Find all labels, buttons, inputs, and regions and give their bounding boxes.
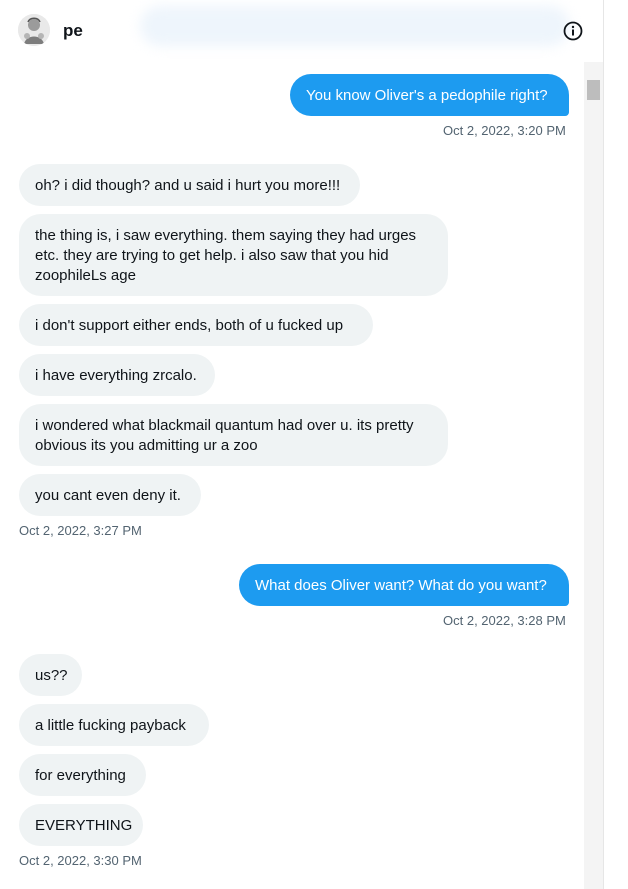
conversation-username[interactable]: pe	[63, 21, 83, 41]
received-message[interactable]: i don't support either ends, both of u f…	[19, 304, 373, 346]
conversation-header: pe	[0, 0, 603, 62]
info-icon[interactable]	[562, 20, 584, 42]
conversation-panel: pe You know Oliver's a pedophile right? …	[0, 0, 604, 889]
received-message[interactable]: EVERYTHING	[19, 804, 143, 846]
scrollbar-thumb[interactable]	[587, 80, 600, 100]
received-message[interactable]: oh? i did though? and u said i hurt you …	[19, 164, 360, 206]
sent-message[interactable]: What does Oliver want? What do you want?	[239, 564, 569, 606]
scrollbar-track[interactable]	[584, 62, 603, 889]
received-message[interactable]: i have everything zrcalo.	[19, 354, 215, 396]
received-message[interactable]: a little fucking payback	[19, 704, 209, 746]
received-message[interactable]: you cant even deny it.	[19, 474, 201, 516]
received-message[interactable]: the thing is, i saw everything. them say…	[19, 214, 448, 296]
message-timestamp: Oct 2, 2022, 3:27 PM	[19, 523, 142, 538]
message-timestamp: Oct 2, 2022, 3:20 PM	[443, 123, 566, 138]
sent-message[interactable]: You know Oliver's a pedophile right?	[290, 74, 569, 116]
message-timestamp: Oct 2, 2022, 3:30 PM	[19, 853, 142, 868]
received-message[interactable]: for everything	[19, 754, 146, 796]
message-timestamp: Oct 2, 2022, 3:28 PM	[443, 613, 566, 628]
received-message[interactable]: us??	[19, 654, 82, 696]
received-message[interactable]: i wondered what blackmail quantum had ov…	[19, 404, 448, 466]
avatar[interactable]	[18, 14, 50, 46]
redacted-area	[140, 6, 570, 46]
